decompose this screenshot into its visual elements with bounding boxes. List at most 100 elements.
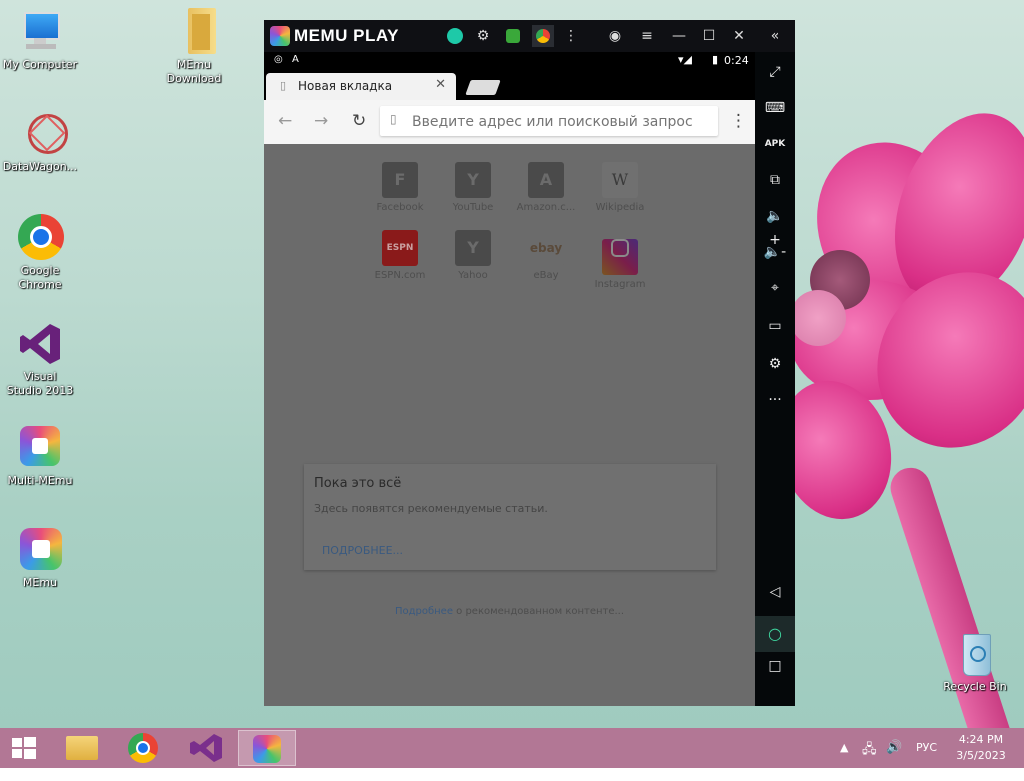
tile-label: Yahoo — [458, 270, 488, 281]
card-more-link[interactable]: ПОДРОБНЕЕ... — [322, 544, 403, 557]
reload-icon[interactable]: ↻ — [352, 111, 366, 131]
visual-studio-icon — [16, 320, 64, 368]
overflow-menu-icon[interactable]: ⋮ — [730, 111, 747, 131]
desktop-icon-recycle-bin[interactable]: Recycle Bin — [935, 630, 1015, 694]
desktop-icon-memu-download[interactable]: MEmu Download — [154, 8, 234, 86]
maximize-icon[interactable]: ☐ — [698, 25, 720, 47]
wifi-icon: ▾◢ — [678, 53, 692, 66]
start-button[interactable] — [0, 730, 48, 766]
clock-date: 3/5/2023 — [956, 749, 1006, 762]
screenshot-icon[interactable]: ⧉ — [763, 168, 787, 192]
multi-memu-icon — [16, 424, 64, 472]
app-icon-3[interactable] — [502, 25, 524, 47]
desktop-icon-label: MEmu — [22, 576, 58, 589]
menu-icon[interactable]: ≡ — [636, 25, 658, 47]
card-body: Здесь появятся рекомендуемые статьи. — [314, 502, 548, 515]
taskbar-chrome-icon[interactable] — [116, 730, 172, 766]
back-icon[interactable]: ◁ — [763, 580, 787, 604]
new-tab-page: F Facebook Y YouTube A Amazon.c... W Wik… — [264, 144, 755, 706]
tab-close-icon[interactable]: ✕ — [435, 77, 446, 92]
collapse-sidebar-icon[interactable]: « — [764, 25, 786, 47]
omnibox[interactable]: ▯ — [380, 106, 718, 136]
location-icon[interactable]: ⌖ — [763, 276, 787, 300]
tile-label: Facebook — [376, 202, 424, 213]
browser-toolbar: ← → ↻ ▯ ⋮ — [264, 100, 755, 144]
footer-text: о рекомендованном контенте... — [456, 606, 625, 617]
status-time: 0:24 — [724, 54, 749, 67]
desktop-icon-label: MEmu Download — [166, 58, 222, 85]
volume-down-icon[interactable]: 🔈- — [763, 240, 787, 264]
volume-up-icon[interactable]: 🔈+ — [763, 204, 787, 248]
app-icon-1[interactable] — [444, 25, 466, 47]
apk-icon[interactable]: APK — [763, 132, 787, 156]
tile-espn[interactable]: ESPN ESPN.com — [365, 230, 435, 281]
chrome-tab-icon[interactable] — [532, 25, 554, 47]
desktop-icon-label: Google Chrome — [18, 264, 62, 291]
settings-icon[interactable]: ⚙ — [763, 352, 787, 376]
emulator-logo: MEMU PLAY — [270, 26, 399, 46]
desktop-icon-my-computer[interactable]: My Computer — [0, 8, 80, 72]
desktop-icon-multi-memu[interactable]: Multi-MEmu — [0, 424, 80, 488]
desktop-icon-label: Recycle Bin — [943, 680, 1007, 693]
memu-logo-icon — [270, 26, 290, 46]
recycle-bin-icon — [951, 630, 999, 678]
tile-label: Wikipedia — [595, 202, 645, 213]
minimize-icon[interactable]: — — [668, 25, 690, 47]
desktop-icon-memu[interactable]: MEmu — [0, 526, 80, 590]
forward-arrow-icon[interactable]: → — [314, 111, 328, 131]
datawagon-icon — [16, 105, 77, 163]
show-hidden-icons[interactable]: ▲ — [840, 741, 848, 781]
computer-icon — [16, 8, 64, 56]
taskbar: ▲ 🖧 🔊 РУС 4:24 PM 3/5/2023 — [0, 728, 1024, 768]
home-icon[interactable]: ○ — [755, 616, 795, 652]
tile-ebay[interactable]: ebay eBay — [511, 230, 581, 281]
taskbar-memu-icon[interactable] — [238, 730, 296, 766]
page-icon: ▯ — [280, 79, 287, 92]
desktop-icon-visual-studio[interactable]: Visual Studio 2013 — [0, 320, 80, 398]
emulator-title: MEMU PLAY — [294, 26, 399, 45]
close-icon[interactable]: ✕ — [728, 25, 750, 47]
tile-yahoo[interactable]: Y Yahoo — [438, 230, 508, 281]
browser-tab[interactable]: ▯ Новая вкладка ✕ — [266, 73, 456, 100]
gear-app-icon[interactable]: ⚙ — [472, 25, 494, 47]
tile-facebook[interactable]: F Facebook — [365, 162, 435, 213]
tile-label: eBay — [533, 270, 559, 281]
android-status-bar: ◎ A ▾◢ ▮ 0:24 — [264, 52, 755, 70]
clock-time: 4:24 PM — [958, 733, 1004, 746]
omnibox-input[interactable] — [410, 110, 714, 134]
clock[interactable]: 4:24 PM 3/5/2023 — [950, 732, 1012, 772]
fullscreen-icon[interactable]: ⤢ — [763, 60, 787, 84]
desktop-icon-label: Visual Studio 2013 — [6, 370, 74, 397]
chrome-icon — [16, 214, 64, 262]
taskbar-file-explorer-icon[interactable] — [54, 730, 110, 766]
articles-card: Пока это всё Здесь появятся рекомендуемы… — [304, 464, 716, 570]
language-indicator[interactable]: РУС — [916, 741, 937, 781]
new-tab-button[interactable] — [465, 80, 501, 95]
more-icon[interactable]: ··· — [763, 388, 787, 412]
recents-icon[interactable]: □ — [763, 654, 787, 678]
desktop-icon-label: DataWagon... — [2, 160, 78, 173]
volume-icon[interactable]: 🔊 — [886, 740, 902, 780]
tile-wikipedia[interactable]: W Wikipedia — [585, 162, 655, 213]
emulator-titlebar[interactable]: MEMU PLAY ⚙ ⋮ ◉ ≡ — ☐ ✕ « — [264, 20, 795, 52]
keyboard-icon[interactable]: ⌨ — [763, 96, 787, 120]
footer-link[interactable]: Подробнее — [395, 606, 453, 617]
desktop: My Computer MEmu Download DataWagon... G… — [0, 0, 1024, 728]
tile-instagram[interactable]: Instagram — [585, 230, 655, 290]
account-icon[interactable]: ◉ — [604, 25, 626, 47]
desktop-icon-label: My Computer — [2, 58, 78, 71]
taskbar-visual-studio-icon[interactable] — [178, 730, 234, 766]
desktop-icon-google-chrome[interactable]: Google Chrome — [0, 214, 80, 292]
battery-icon: ▮ — [712, 53, 719, 66]
card-title: Пока это всё — [314, 476, 402, 491]
network-icon[interactable]: 🖧 — [862, 740, 877, 780]
tile-amazon[interactable]: A Amazon.c... — [511, 162, 581, 213]
folder-icon — [170, 8, 218, 56]
back-arrow-icon[interactable]: ← — [278, 111, 292, 131]
kebab-menu-icon[interactable]: ⋮ — [560, 25, 582, 47]
desktop-icon-datawagon[interactable]: DataWagon... — [0, 105, 80, 174]
tile-label: Amazon.c... — [516, 202, 576, 213]
folder-icon[interactable]: ▭ — [763, 314, 787, 338]
tile-youtube[interactable]: Y YouTube — [438, 162, 508, 213]
tile-label: YouTube — [452, 202, 494, 213]
